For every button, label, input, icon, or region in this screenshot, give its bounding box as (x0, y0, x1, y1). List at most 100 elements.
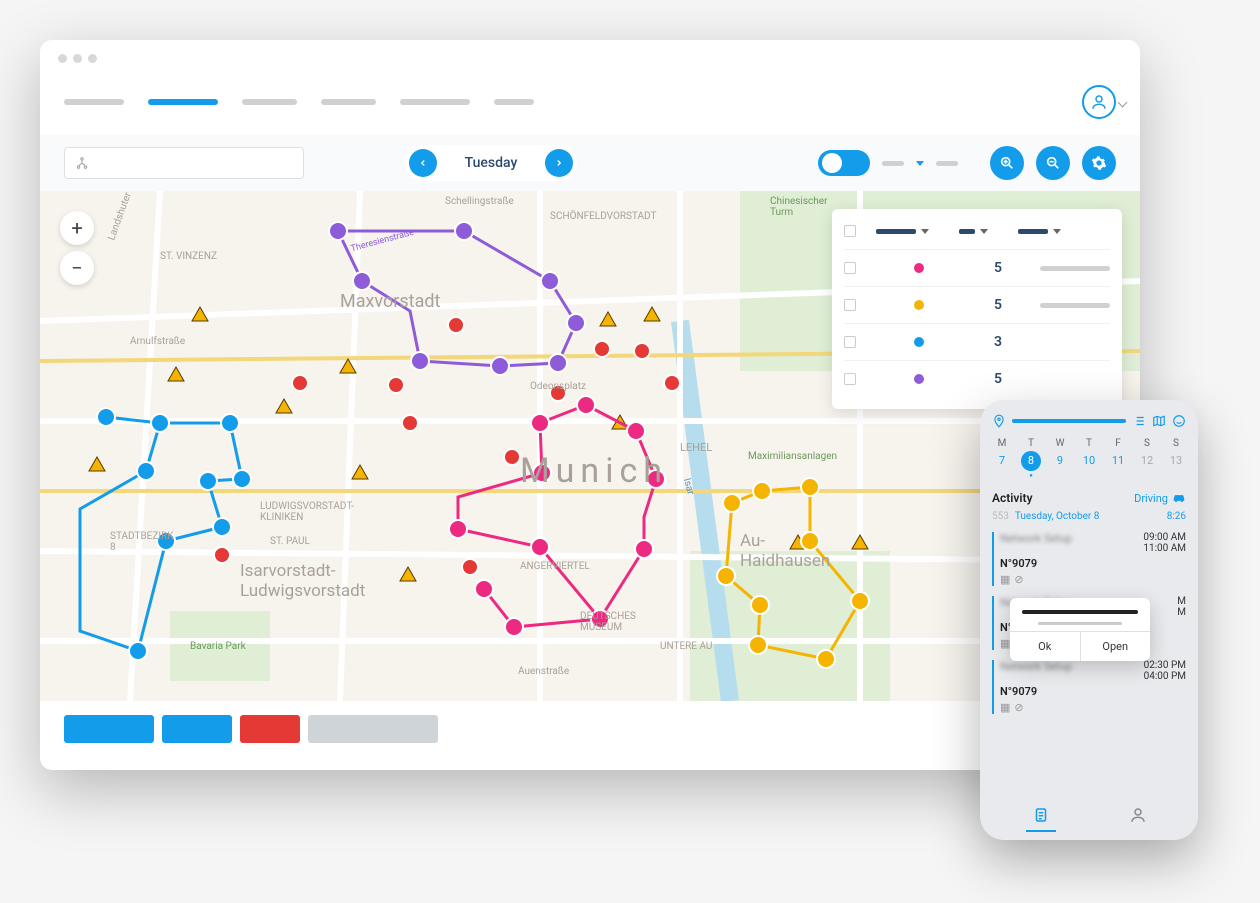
sub-date: Tuesday, October 8 (1015, 511, 1100, 522)
sub-time: 8:26 (1167, 511, 1186, 522)
cal-day: M (992, 438, 1012, 449)
nav-item-1[interactable] (64, 99, 124, 105)
act-time-end: 04:00 PM (1144, 671, 1186, 682)
list-icon[interactable] (1132, 414, 1146, 428)
cal-day: T (1079, 438, 1099, 449)
toolbar-placeholder-2 (936, 161, 958, 166)
legend-row-3[interactable]: 3 (844, 323, 1110, 360)
legend-bar (1040, 266, 1110, 271)
nav-item-5[interactable] (400, 99, 470, 105)
attachment-icon: ⊘ (1014, 701, 1023, 714)
legend-checkbox-2[interactable] (844, 299, 856, 311)
act-time-start: M (1177, 596, 1186, 607)
day-label: Tuesday (441, 155, 542, 171)
driving-label: Driving (1134, 492, 1168, 505)
phone-tab-profile[interactable] (1089, 800, 1186, 832)
prev-day-button[interactable] (409, 149, 437, 177)
chevron-down-icon[interactable] (921, 229, 929, 234)
zoom-controls: + − (60, 211, 94, 285)
zoom-out-button[interactable]: − (60, 251, 94, 285)
phone-tab-list[interactable] (992, 800, 1089, 832)
cal-day: S (1137, 438, 1157, 449)
car-icon (1172, 491, 1186, 505)
activity-header: Activity Driving (992, 491, 1186, 505)
calendar-small-icon: ▦ (1000, 701, 1010, 714)
cal-day: S (1166, 438, 1186, 449)
activity-subheader: 553 Tuesday, October 8 8:26 (992, 511, 1186, 522)
map-icon[interactable] (1152, 414, 1166, 428)
legend-count-3: 3 (994, 334, 1002, 350)
cal-date-active[interactable]: 8 (1021, 451, 1041, 471)
zoom-in-button[interactable]: + (60, 211, 94, 245)
act-time-end: M (1177, 607, 1186, 618)
attachment-icon: ⊘ (1014, 573, 1023, 586)
phone-header (992, 414, 1186, 428)
window-dot-max[interactable] (88, 54, 97, 63)
cal-date[interactable]: 12 (1137, 451, 1157, 471)
window-dot-close[interactable] (58, 54, 67, 63)
next-day-button[interactable] (545, 149, 573, 177)
cal-day: F (1108, 438, 1128, 449)
caret-down-icon[interactable] (916, 161, 924, 166)
zoom-out-toolbar-button[interactable] (1036, 146, 1070, 180)
window-controls (40, 40, 1140, 77)
profile-button[interactable] (1082, 85, 1116, 119)
bottom-btn-4[interactable] (308, 715, 438, 743)
cal-date[interactable]: 10 (1079, 451, 1099, 471)
phone-tabbar (992, 800, 1186, 832)
legend-checkbox-4[interactable] (844, 373, 856, 385)
nav-item-3[interactable] (242, 99, 297, 105)
search-input[interactable] (64, 147, 304, 179)
user-icon (1129, 806, 1147, 824)
legend-header (844, 221, 1110, 249)
settings-button[interactable] (1082, 146, 1116, 180)
map-area[interactable]: Munich Maxvorstadt LEHEL SCHÖNFELDVORSTA… (40, 191, 1140, 701)
hierarchy-icon (75, 156, 89, 170)
bottom-btn-3[interactable] (240, 715, 300, 743)
popup-sub (1038, 622, 1122, 625)
calendar-days: M T W T F S S (992, 438, 1186, 449)
act-id: N°9079 (1000, 685, 1186, 698)
activity-item-1[interactable]: Network Setup09:00 AM11:00 AM N°9079 ▦⊘ (992, 532, 1186, 586)
legend-row-4[interactable]: 5 (844, 360, 1110, 397)
search-plus-icon (999, 155, 1015, 171)
smile-icon[interactable] (1172, 414, 1186, 428)
zoom-in-toolbar-button[interactable] (990, 146, 1024, 180)
legend-dot-yellow (914, 300, 924, 310)
cal-date[interactable]: 7 (992, 451, 1012, 471)
popup-ok-button[interactable]: Ok (1010, 632, 1081, 661)
legend-row-1[interactable]: 5 (844, 249, 1110, 286)
phone-mockup: M T W T F S S 7 8 9 10 11 12 13 ● Activi… (980, 400, 1198, 840)
calendar-dates: 7 8 9 10 11 12 13 (992, 451, 1186, 471)
legend-checkbox-1[interactable] (844, 262, 856, 274)
nav-item-6[interactable] (494, 99, 534, 105)
bottom-btn-1[interactable] (64, 715, 154, 743)
chevron-left-icon (418, 158, 428, 168)
toolbar-placeholder-1 (882, 161, 904, 166)
popup-title (1022, 610, 1138, 614)
legend-checkbox-all[interactable] (844, 225, 856, 237)
bottom-bar (40, 701, 1140, 757)
driving-mode[interactable]: Driving (1134, 491, 1186, 505)
act-time-end: 11:00 AM (1143, 543, 1186, 554)
cal-date[interactable]: 13 (1166, 451, 1186, 471)
clipboard-icon (1032, 806, 1050, 824)
nav-item-2-active[interactable] (148, 99, 218, 105)
chevron-down-icon[interactable] (1053, 229, 1061, 234)
cal-date[interactable]: 9 (1050, 451, 1070, 471)
legend-checkbox-3[interactable] (844, 336, 856, 348)
bottom-btn-2[interactable] (162, 715, 232, 743)
activity-item-3[interactable]: Network Setup02:30 PM04:00 PM N°9079 ▦⊘ (992, 660, 1186, 714)
window-dot-min[interactable] (73, 54, 82, 63)
toolbar: Tuesday (40, 135, 1140, 191)
chevron-down-icon[interactable] (980, 229, 988, 234)
pin-icon (992, 414, 1006, 428)
cal-date[interactable]: 11 (1108, 451, 1128, 471)
popup-open-button[interactable]: Open (1081, 632, 1151, 661)
legend-row-2[interactable]: 5 (844, 286, 1110, 323)
browser-window: Tuesday (40, 40, 1140, 770)
toggle-switch[interactable] (818, 150, 870, 176)
nav-item-4[interactable] (321, 99, 376, 105)
calendar-small-icon: ▦ (1000, 637, 1010, 650)
day-selector: Tuesday (405, 145, 578, 181)
